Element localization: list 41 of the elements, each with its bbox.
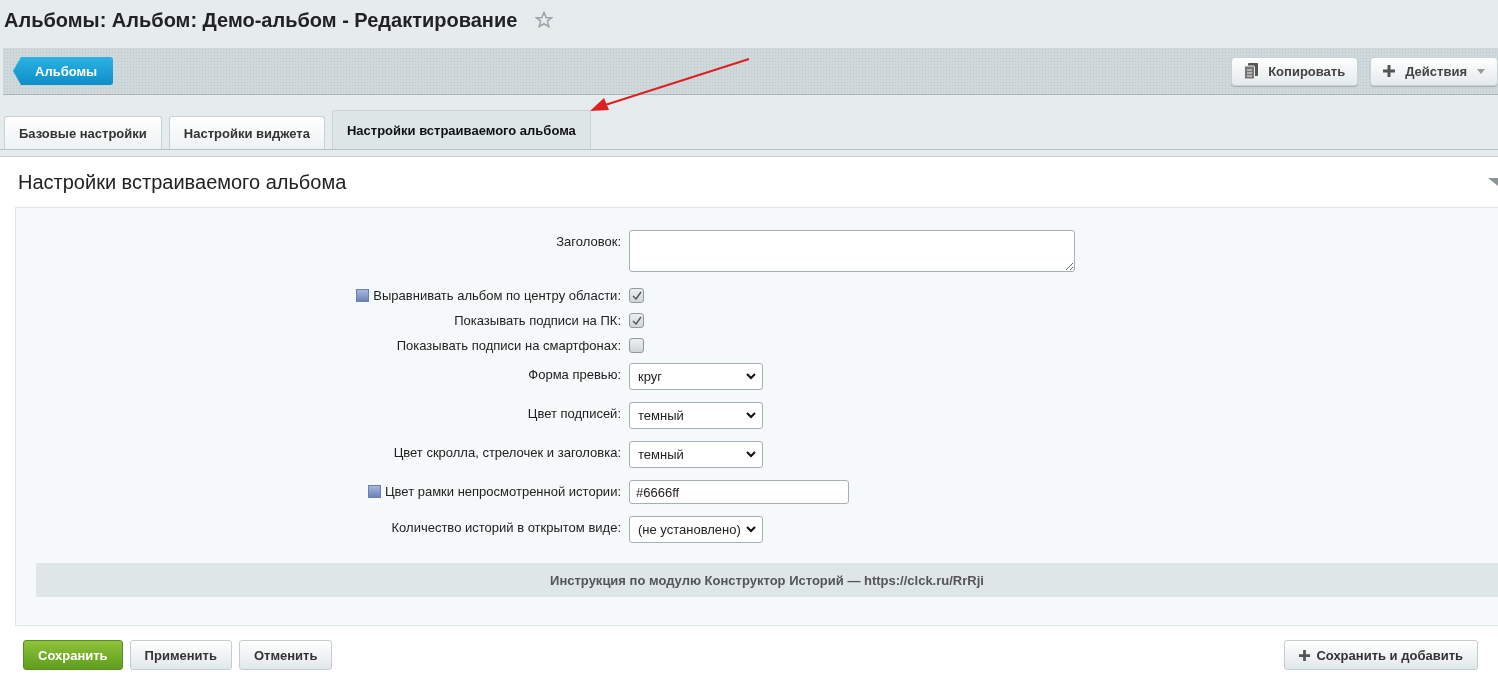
form-button[interactable]: Применить bbox=[129, 640, 232, 670]
field-label: Показывать подписи на смартфонах: bbox=[396, 338, 621, 353]
title-textarea[interactable] bbox=[629, 230, 1075, 272]
tab[interactable]: Настройки встраиваемого альбома bbox=[331, 110, 591, 149]
field-label: Заголовок: bbox=[556, 234, 621, 249]
field-label: Показывать подписи на ПК: bbox=[454, 313, 621, 328]
collapse-icon[interactable] bbox=[1488, 178, 1498, 186]
instruction-note: Инструкция по модулю Конструктор Историй — https://clck.ru/RrRji bbox=[36, 563, 1498, 597]
chevron-icon bbox=[746, 412, 756, 419]
chevron-icon bbox=[746, 526, 756, 533]
checkbox[interactable] bbox=[629, 338, 644, 353]
caret-icon bbox=[1477, 68, 1485, 74]
form-button[interactable]: Отменить bbox=[238, 640, 333, 670]
copy-button[interactable]: Копировать bbox=[1231, 56, 1359, 86]
checkbox[interactable] bbox=[629, 313, 644, 328]
page-title: Альбомы: Альбом: Демо-альбом - Редактирование bbox=[4, 8, 518, 32]
color-input[interactable]: #6666ff bbox=[629, 480, 849, 504]
field-label: Цвет рамки непросмотренной истории: bbox=[384, 484, 621, 499]
star-icon[interactable] bbox=[535, 11, 554, 29]
field-label: Цвет скролла, стрелочек и заголовка: bbox=[393, 445, 621, 460]
chevron-icon bbox=[746, 451, 756, 458]
actions-button[interactable]: Действия bbox=[1370, 56, 1498, 86]
field-label: Форма превью: bbox=[528, 367, 621, 382]
dropdown[interactable]: темный bbox=[629, 441, 763, 468]
chevron-icon bbox=[746, 373, 756, 380]
copy-icon bbox=[1244, 63, 1259, 79]
plus-icon bbox=[1299, 649, 1311, 661]
tab[interactable]: Базовые настройки bbox=[4, 116, 162, 149]
field-label: Цвет подписей: bbox=[527, 406, 621, 421]
dropdown[interactable]: темный bbox=[629, 402, 763, 429]
save-and-add-button[interactable]: Сохранить и добавить bbox=[1284, 640, 1478, 670]
dropdown[interactable]: круг bbox=[629, 363, 763, 390]
dropdown[interactable]: (не установлено) bbox=[629, 516, 763, 543]
section-title: Настройки встраиваемого альбома bbox=[18, 170, 347, 194]
help-icon[interactable] bbox=[356, 289, 370, 302]
tab[interactable]: Настройки виджета bbox=[168, 116, 325, 149]
field-label: Выравнивать альбом по центру области: bbox=[373, 288, 621, 303]
plus-icon bbox=[1383, 65, 1396, 77]
help-icon[interactable] bbox=[367, 485, 381, 498]
field-label: Количество историй в открытом виде: bbox=[391, 520, 621, 535]
checkbox[interactable] bbox=[629, 288, 644, 303]
